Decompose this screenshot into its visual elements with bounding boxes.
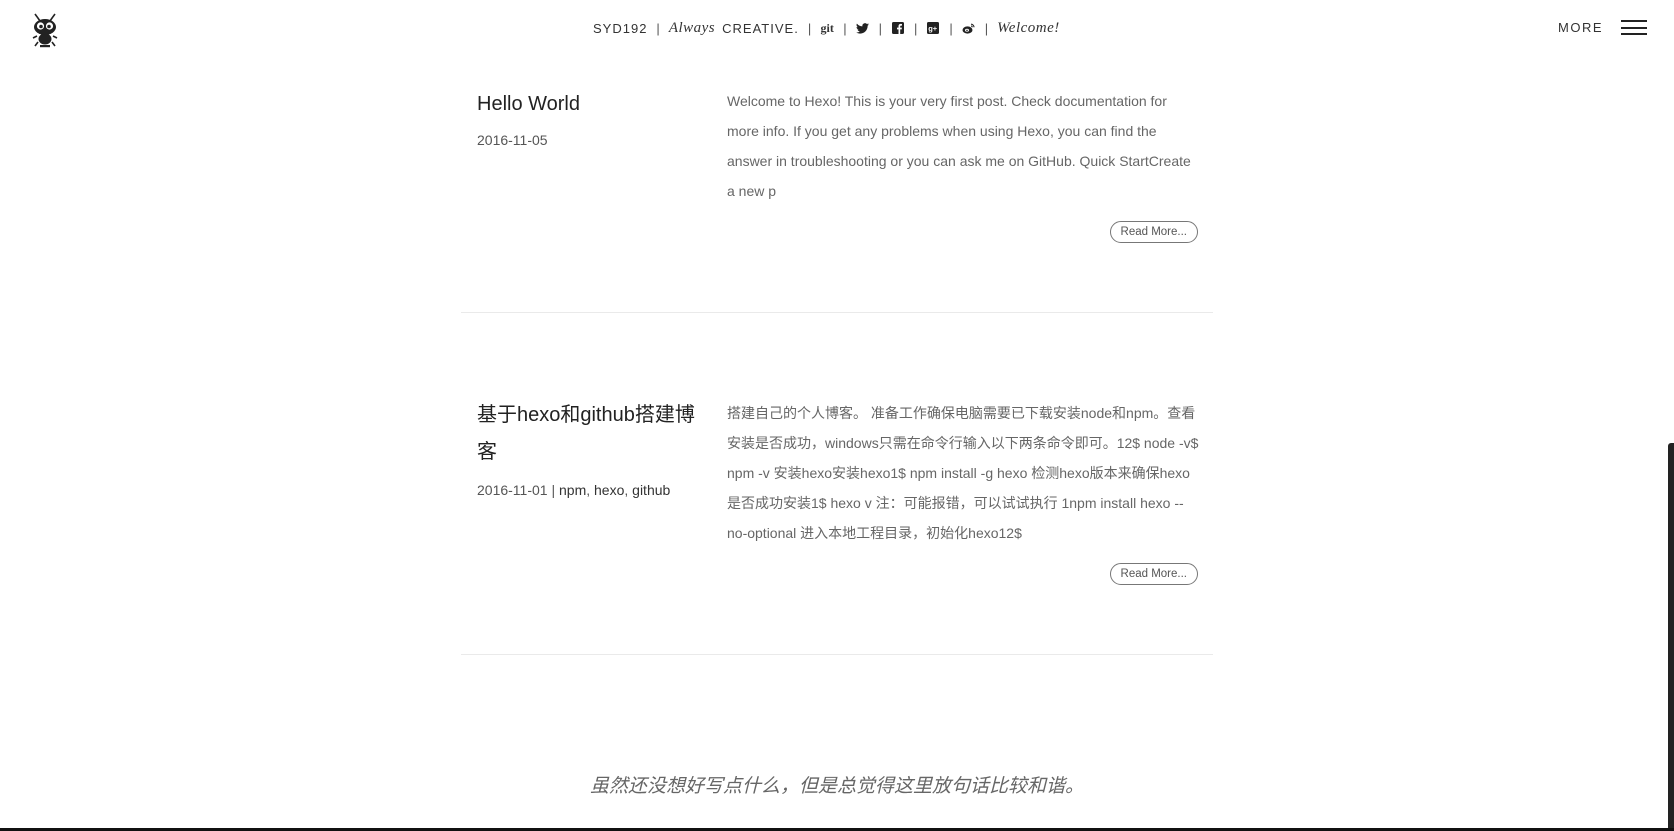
slogan-italic: Always: [668, 19, 716, 36]
post-meta: 2016-11-01 | npm, hexo, github: [477, 482, 671, 498]
post-item: 基于hexo和github搭建博客 2016-11-01 | npm, hexo…: [461, 398, 1213, 655]
nav-separator: |: [843, 20, 847, 36]
post-date: 2016-11-05: [477, 132, 548, 148]
site-header: SYD192 | Always CREATIVE. | git | | | g+…: [0, 0, 1674, 58]
post-title[interactable]: 基于hexo和github搭建博客: [477, 397, 707, 471]
scrollbar-thumb[interactable]: [1668, 443, 1674, 831]
top-nav: SYD192 | Always CREATIVE. | git | | | g+…: [593, 18, 1060, 38]
post-excerpt: 搭建自己的个人博客。 准备工作确保电脑需要已下载安装node和npm。查看安装是…: [727, 405, 1199, 541]
post-title[interactable]: Hello World: [477, 86, 707, 123]
ant-logo-icon[interactable]: [25, 12, 65, 48]
post-body: 搭建自己的个人博客。 准备工作确保电脑需要已下载安装node和npm。查看安装是…: [727, 398, 1199, 548]
meta-separator: |: [547, 482, 559, 498]
read-more-button[interactable]: Read More...: [1109, 221, 1198, 243]
post-tag[interactable]: hexo: [594, 482, 624, 498]
hamburger-line: [1621, 33, 1647, 35]
google-plus-icon[interactable]: g+: [926, 21, 940, 35]
page: SYD192 | Always CREATIVE. | git | | | g+…: [0, 0, 1674, 831]
nav-separator: |: [878, 20, 882, 36]
nav-separator: |: [807, 20, 812, 36]
footer-quote: 虽然还没想好写点什么，但是总觉得这里放句话比较和谐。: [589, 775, 1084, 797]
nav-separator: |: [984, 20, 989, 36]
post-body: Welcome to Hexo! This is your very first…: [727, 86, 1199, 206]
post-tag[interactable]: github: [632, 482, 670, 498]
welcome-text: Welcome!: [997, 19, 1060, 36]
nav-separator: |: [949, 20, 953, 36]
weibo-icon[interactable]: [962, 21, 976, 35]
post-header: 基于hexo和github搭建博客 2016-11-01 | npm, hexo…: [477, 397, 707, 498]
post-header: Hello World 2016-11-05: [477, 86, 707, 148]
slogan-caps: CREATIVE.: [722, 20, 799, 36]
hamburger-menu-icon[interactable]: [1621, 19, 1647, 36]
read-more-button[interactable]: Read More...: [1109, 563, 1198, 585]
facebook-icon[interactable]: [891, 21, 905, 35]
svg-text:g+: g+: [929, 24, 939, 33]
post-item: Hello World 2016-11-05 Welcome to Hexo! …: [461, 86, 1213, 313]
more-menu-label[interactable]: MORE: [1558, 20, 1603, 35]
hamburger-line: [1621, 20, 1647, 22]
post-meta: 2016-11-05: [477, 132, 707, 148]
post-date: 2016-11-01: [477, 482, 548, 498]
hamburger-line: [1621, 26, 1647, 29]
twitter-icon[interactable]: [856, 21, 870, 35]
git-icon[interactable]: git: [820, 21, 834, 35]
site-name[interactable]: SYD192: [593, 21, 647, 36]
post-excerpt: Welcome to Hexo! This is your very first…: [727, 93, 1191, 199]
nav-separator: |: [656, 20, 660, 36]
post-tag[interactable]: npm: [559, 482, 586, 498]
nav-separator: |: [914, 20, 918, 36]
